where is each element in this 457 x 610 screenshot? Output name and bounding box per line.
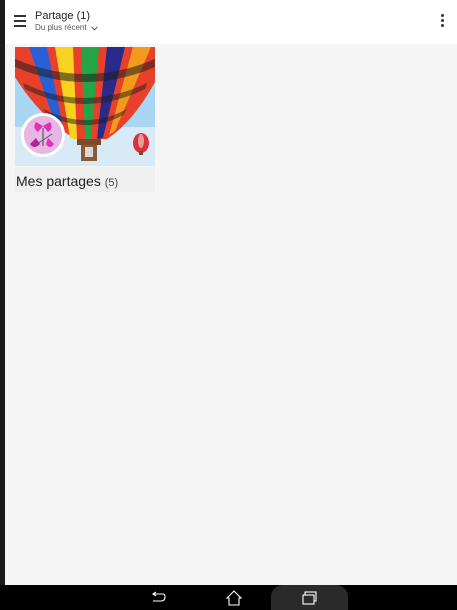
back-icon[interactable] [146, 585, 170, 610]
app-toolbar: Partage (1) Du plus récent [5, 0, 457, 44]
screen-edge [0, 0, 5, 585]
hamburger-menu-icon[interactable] [14, 15, 26, 27]
sort-label: Du plus récent [35, 23, 87, 32]
title-block: Partage (1) Du plus récent [35, 10, 98, 33]
home-icon[interactable] [222, 585, 246, 610]
album-count: (5) [104, 177, 119, 189]
recent-apps-icon[interactable] [298, 585, 322, 610]
system-nav-bar [0, 585, 457, 610]
more-vert-icon[interactable] [441, 14, 445, 30]
gallery-screen: Partage (1) Du plus récent Mes partages … [0, 0, 457, 610]
album-card[interactable]: Mes partages (5) [15, 47, 155, 192]
chevron-down-icon [90, 25, 98, 31]
album-name: Mes partages [16, 173, 101, 189]
album-thumbnail [15, 47, 155, 166]
sort-dropdown[interactable]: Du plus récent [35, 23, 98, 33]
page-title: Partage (1) [35, 10, 91, 22]
album-label: Mes partages (5) [15, 167, 155, 192]
avatar [21, 113, 65, 157]
